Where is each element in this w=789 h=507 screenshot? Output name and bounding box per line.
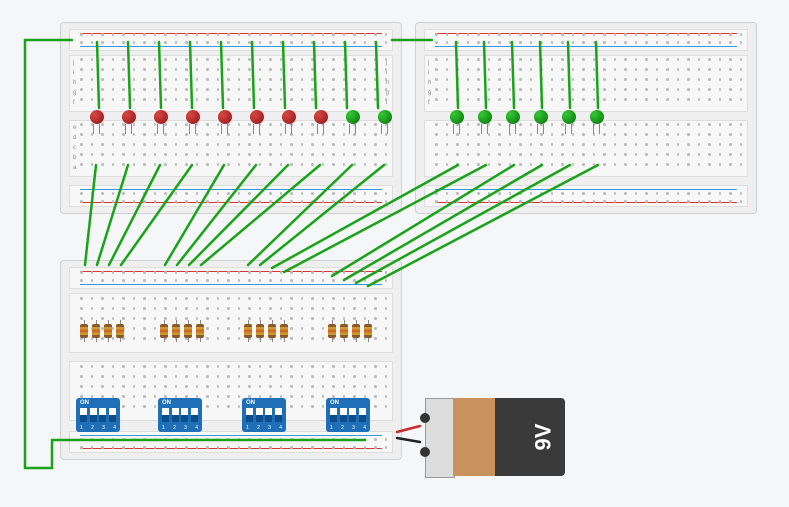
led-red-7 (282, 110, 296, 124)
led-red-3 (154, 110, 168, 124)
dip-switch-2[interactable]: ON 1234 (158, 398, 202, 432)
dip-switch-3[interactable]: ON 1234 (242, 398, 286, 432)
dip-switch-1[interactable]: ON 1234 (76, 398, 120, 432)
led-green-11 (450, 110, 464, 124)
battery-terminal-negative (420, 413, 430, 423)
led-green-13 (506, 110, 520, 124)
led-red-2 (122, 110, 136, 124)
led-green-12 (478, 110, 492, 124)
led-red-5 (218, 110, 232, 124)
led-red-6 (250, 110, 264, 124)
led-green-16 (590, 110, 604, 124)
led-red-4 (186, 110, 200, 124)
led-green-15 (562, 110, 576, 124)
led-red-1 (90, 110, 104, 124)
battery-terminal-positive (420, 447, 430, 457)
breadboard-circuit-diagram: jihgf jihgf edcba jihgf // draw (0, 0, 789, 507)
wire-battery-negative (397, 438, 420, 442)
led-green-14 (534, 110, 548, 124)
led-green-10 (378, 110, 392, 124)
led-green-9 (346, 110, 360, 124)
battery-9v: 9V (425, 398, 565, 476)
wire-battery-positive (397, 426, 420, 432)
battery-label: 9V (531, 424, 557, 451)
dip-switch-4[interactable]: ON 1234 (326, 398, 370, 432)
led-red-8 (314, 110, 328, 124)
